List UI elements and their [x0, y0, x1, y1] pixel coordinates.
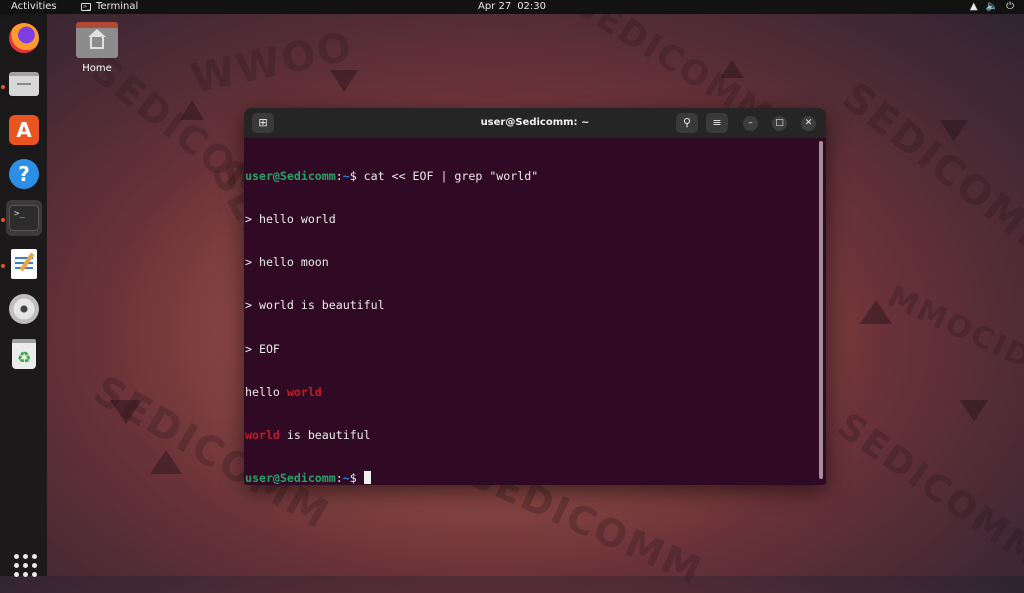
terminal-line: > world is beautiful: [245, 298, 385, 313]
window-title: user@Sedicomm: ~: [480, 117, 590, 128]
show-apps-button[interactable]: [11, 551, 37, 577]
command-text: cat << EOF | grep "world": [356, 168, 539, 183]
wallpaper-triangle: [150, 450, 182, 474]
firefox-icon: [9, 23, 39, 53]
running-indicator: [1, 264, 5, 268]
wallpaper-watermark: SEDICOMM: [829, 405, 1024, 576]
window-titlebar[interactable]: ⊞ user@Sedicomm: ~ ⚲ ≡ – □ ✕: [244, 108, 826, 138]
app-grid-icon: [14, 554, 19, 559]
output-text: hello: [245, 384, 287, 399]
command-text: [357, 471, 364, 485]
running-indicator: [1, 85, 5, 89]
search-icon: ⚲: [682, 116, 692, 129]
wallpaper-triangle: [940, 120, 968, 142]
terminal-line: user@Sedicomm:~$ cat << EOF | grep "worl…: [245, 169, 818, 183]
files-icon: [9, 72, 39, 96]
wallpaper-triangle: [330, 70, 358, 92]
prompt-separator: :: [335, 471, 343, 485]
terminal-line: hello world: [245, 385, 818, 399]
wallpaper-watermark: WWOO: [187, 23, 358, 103]
network-icon: ▲: [969, 1, 978, 12]
wallpaper-triangle: [180, 100, 204, 120]
prompt-user: user@Sedicomm: [245, 471, 336, 485]
dock-item-trash[interactable]: ♻: [6, 336, 42, 372]
wallpaper-triangle: [860, 300, 892, 324]
text-cursor: [363, 471, 371, 485]
prompt-symbol: $: [349, 168, 357, 183]
terminal-line: > hello world: [245, 212, 336, 227]
clock-date: Apr 27: [477, 1, 512, 12]
wallpaper-triangle: [110, 400, 142, 424]
close-button[interactable]: ✕: [801, 116, 816, 131]
app-center-icon: A: [9, 115, 39, 145]
prompt-path: ~: [342, 471, 350, 485]
search-button[interactable]: ⚲: [676, 113, 698, 133]
prompt-symbol: $: [349, 471, 357, 485]
close-icon: ✕: [804, 118, 813, 128]
trash-icon: ♻: [12, 339, 36, 369]
dock-item-disc[interactable]: [6, 291, 42, 327]
minimize-icon: –: [748, 118, 753, 128]
maximize-button[interactable]: □: [772, 116, 787, 131]
prompt-user: user@Sedicomm: [245, 168, 336, 183]
wallpaper-triangle: [960, 400, 988, 422]
home-folder-label[interactable]: Home: [72, 63, 122, 74]
scrollbar[interactable]: [819, 141, 823, 479]
prompt-separator: :: [335, 168, 343, 183]
menu-button[interactable]: ≡: [706, 113, 728, 133]
minimize-button[interactable]: –: [743, 116, 758, 131]
terminal-output[interactable]: user@Sedicomm:~$ cat << EOF | grep "worl…: [244, 138, 818, 485]
home-folder-icon[interactable]: [76, 22, 118, 58]
maximize-icon: □: [775, 118, 784, 128]
wallpaper-watermark: MMOCIDES: [882, 279, 1024, 396]
dock-item-files[interactable]: [6, 66, 42, 102]
clock[interactable]: Apr 27 02:30: [0, 0, 1024, 14]
text-editor-icon: [11, 249, 37, 279]
running-indicator: [1, 218, 5, 222]
top-bar: Activities >_ Terminal Apr 27 02:30 ▲ 🔈 ⏻: [0, 0, 1024, 14]
house-icon: [88, 29, 106, 49]
system-menu[interactable]: ▲ 🔈 ⏻: [970, 0, 1014, 14]
terminal-line: world is beautiful: [245, 428, 818, 442]
prompt-path: ~: [342, 168, 350, 183]
wallpaper-watermark: SEDICOMM: [833, 73, 1024, 273]
dock-item-help[interactable]: ?: [6, 156, 42, 192]
terminal-line: > EOF: [245, 341, 280, 356]
disc-icon: [9, 294, 39, 324]
grep-match: world: [245, 428, 280, 443]
dock: A ? >_ ♻: [0, 14, 47, 577]
dock-item-app-center[interactable]: A: [6, 112, 42, 148]
dock-item-firefox[interactable]: [6, 20, 42, 56]
terminal-line: > hello moon: [245, 255, 329, 270]
hamburger-menu-icon: ≡: [712, 116, 722, 129]
output-text: is beautiful: [279, 428, 371, 443]
volume-icon: 🔈: [985, 1, 999, 12]
dock-item-text-editor[interactable]: [6, 246, 42, 282]
terminal-window[interactable]: ⊞ user@Sedicomm: ~ ⚲ ≡ – □ ✕ user@Sedico…: [244, 108, 826, 485]
power-icon: ⏻: [1006, 1, 1014, 12]
terminal-line: user@Sedicomm:~$: [245, 471, 818, 485]
grep-match: world: [286, 384, 322, 399]
dock-item-terminal[interactable]: >_: [6, 200, 42, 236]
clock-time: 02:30: [517, 1, 547, 12]
help-icon: ?: [9, 159, 39, 189]
terminal-icon: >_: [9, 205, 39, 231]
wallpaper-triangle: [720, 60, 744, 78]
